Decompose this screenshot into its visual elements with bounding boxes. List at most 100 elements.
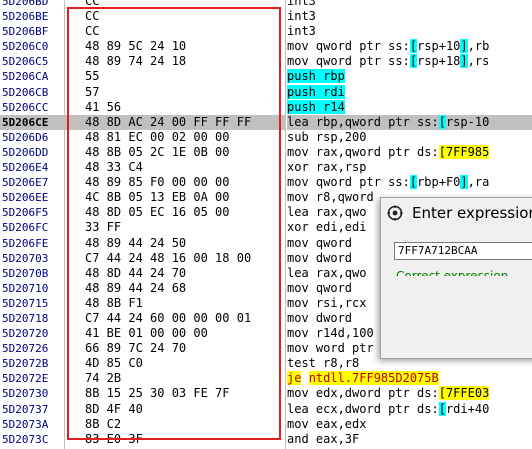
- instruction-cell: lea ecx,dword ptr ds:[rdi+40: [287, 401, 532, 417]
- instruction-token: [: [438, 114, 446, 129]
- address-cell: 5D206F5: [2, 206, 49, 220]
- instruction-cell: and eax,3F: [287, 432, 532, 447]
- instruction-token: [: [409, 54, 418, 69]
- instruction-token: mov qword ptr ss:: [287, 175, 410, 190]
- address-cell: 5D206C0: [2, 40, 49, 54]
- instruction-token: ntdll.7FF985D2075B: [308, 371, 439, 386]
- instruction-token: rsp-10: [445, 114, 490, 129]
- instruction-token: push r14: [287, 99, 345, 114]
- instruction-token: int3: [287, 0, 316, 8]
- column-separator: [285, 0, 286, 449]
- address-cell: 5D20718: [2, 311, 49, 325]
- gear-icon: [387, 205, 403, 221]
- instruction-token: ,ra: [467, 175, 490, 190]
- instruction-cell: mov qword ptr ss:[rsp+18],rs: [287, 54, 532, 69]
- instruction-cell: push r14: [287, 99, 532, 115]
- address-cell: 5D206E7: [2, 176, 49, 190]
- instruction-token: rbp+F0: [417, 175, 461, 190]
- instruction-token: mov r8,qword: [287, 190, 374, 205]
- address-cell: 5D206CA: [2, 70, 49, 84]
- address-cell: 5D206DD: [2, 145, 49, 159]
- instruction-token: mov qword ptr ss:: [287, 54, 410, 69]
- address-cell: 5D206BD: [2, 0, 49, 8]
- instruction-token: lea rbp,qword ptr ss:: [287, 114, 439, 129]
- instruction-cell: mov eax,edx: [287, 417, 532, 432]
- instruction-token: mov edx,dword ptr ds:: [287, 386, 439, 401]
- instruction-token: mov rax,qword ptr ds:: [287, 144, 439, 159]
- address-cell: 5D2070B: [2, 266, 49, 280]
- instruction-token: mov qword: [287, 235, 353, 250]
- address-cell: 5D206EE: [2, 191, 49, 205]
- address-cell: 5D20730: [2, 387, 49, 401]
- instruction-token: mov dword: [287, 310, 353, 325]
- instruction-cell: je ntdll.7FF985D2075B: [287, 371, 532, 386]
- expression-dialog: Enter expression 7FF7A712BCAA Correct ex…: [380, 197, 532, 359]
- instruction-token: [301, 371, 308, 385]
- instruction-token: push rbp: [287, 69, 345, 84]
- dialog-title: Enter expression: [412, 204, 532, 222]
- instruction-token: rsp+10: [417, 39, 461, 54]
- instruction-token: int3: [287, 9, 316, 24]
- bytes-annotation-box: [67, 7, 281, 440]
- instruction-token: mov qword ptr ss:: [287, 39, 410, 54]
- address-cell: 5D20737: [2, 402, 49, 416]
- address-cell: 5D20720: [2, 327, 49, 341]
- address-cell: 5D206FE: [2, 236, 49, 250]
- instruction-token: rdi+40: [445, 401, 490, 416]
- address-cell: 5D2073C: [2, 432, 49, 446]
- instruction-token: [7FFE03: [438, 386, 490, 401]
- instruction-token: sub rsp,200: [287, 129, 367, 144]
- instruction-cell: push rdi: [287, 84, 532, 100]
- instruction-cell: int3: [287, 24, 532, 39]
- instruction-cell: mov rax,qword ptr ds:[7FF985: [287, 144, 532, 160]
- instruction-token: xor edi,edi: [287, 220, 367, 235]
- instruction-token: mov qword: [287, 280, 353, 295]
- address-cell: 5D206FC: [2, 221, 49, 235]
- column-separator: [64, 0, 65, 449]
- instruction-token: int3: [287, 24, 316, 39]
- instruction-cell: mov edx,dword ptr ds:[7FFE03: [287, 386, 532, 401]
- instruction-cell: int3: [287, 0, 532, 9]
- address-cell: 5D20726: [2, 342, 49, 356]
- instruction-token: [: [409, 175, 418, 190]
- address-cell: 5D2072E: [2, 372, 49, 386]
- address-cell: 5D206BF: [2, 25, 49, 39]
- address-cell: 5D20710: [2, 281, 49, 295]
- address-cell: 5D206D6: [2, 130, 49, 144]
- instruction-token: and eax,3F: [287, 431, 360, 446]
- address-cell: 5D2072B: [2, 357, 49, 371]
- instruction-token: xor rax,rsp: [287, 160, 367, 175]
- instruction-cell: int3: [287, 9, 532, 24]
- address-cell: 5D2073A: [2, 417, 49, 431]
- instruction-token: [: [438, 401, 446, 416]
- address-cell: 5D206BE: [2, 10, 49, 24]
- instruction-token: ,rb: [467, 39, 490, 54]
- address-cell: 5D206CE: [0, 114, 64, 130]
- instruction-token: lea ecx,dword ptr ds:: [287, 401, 439, 416]
- instruction-token: je: [287, 371, 302, 386]
- instruction-token: push rdi: [287, 84, 345, 99]
- instruction-cell: mov qword ptr ss:[rbp+F0],ra: [287, 175, 532, 190]
- instruction-cell: push rbp: [287, 69, 532, 84]
- instruction-cell: sub rsp,200: [287, 130, 532, 145]
- address-cell: 5D20715: [2, 296, 49, 310]
- address-cell: 5D20703: [2, 251, 49, 265]
- address-cell: 5D206CC: [2, 100, 49, 114]
- instruction-token: mov rsi,rcx: [287, 295, 367, 310]
- instruction-token: lea rax,qwo: [287, 265, 367, 280]
- instruction-token: ]: [460, 54, 468, 69]
- instruction-token: mov dword: [287, 250, 353, 265]
- expression-status: Correct expression: [396, 269, 509, 276]
- instruction-token: rsp+18: [417, 54, 461, 69]
- instruction-token: lea rax,qwo: [287, 205, 367, 220]
- instruction-token: mov eax,edx: [287, 416, 367, 431]
- instruction-cell: lea rbp,qword ptr ss:[rsp-10: [287, 114, 532, 130]
- instruction-token: [7FF985: [438, 144, 490, 159]
- expression-input[interactable]: 7FF7A712BCAA: [394, 242, 532, 260]
- address-cell: 5D206CB: [2, 85, 49, 99]
- instruction-token: test r8,r8: [287, 356, 360, 371]
- instruction-token: ,rs: [467, 54, 490, 69]
- instruction-cell: xor rax,rsp: [287, 160, 532, 175]
- instruction-token: mov r14d,100: [287, 326, 374, 341]
- address-cell: 5D206C5: [2, 55, 49, 69]
